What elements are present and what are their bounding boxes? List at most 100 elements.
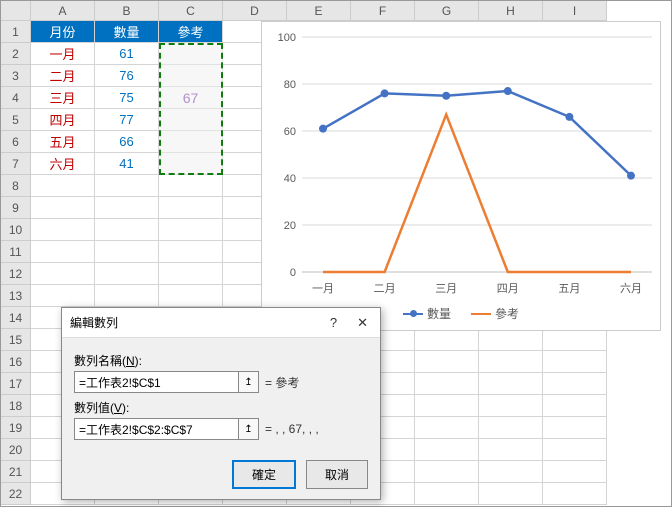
cell[interactable] — [159, 43, 223, 65]
column-header[interactable]: I — [543, 1, 607, 21]
row-header[interactable]: 18 — [1, 395, 31, 417]
cell[interactable] — [415, 395, 479, 417]
month-cell[interactable]: 六月 — [31, 153, 95, 175]
cell[interactable] — [479, 395, 543, 417]
cell[interactable] — [415, 417, 479, 439]
row-header[interactable]: 6 — [1, 131, 31, 153]
cell[interactable] — [159, 285, 223, 307]
cell[interactable] — [95, 219, 159, 241]
column-header[interactable]: D — [223, 1, 287, 21]
row-header[interactable]: 12 — [1, 263, 31, 285]
cell[interactable] — [159, 65, 223, 87]
value-cell[interactable]: 41 — [95, 153, 159, 175]
cell[interactable] — [95, 263, 159, 285]
collapse-range-icon[interactable]: ↥ — [239, 418, 259, 440]
cell[interactable] — [543, 351, 607, 373]
row-header[interactable]: 7 — [1, 153, 31, 175]
series-name-input[interactable] — [74, 371, 239, 393]
series-values-input[interactable] — [74, 418, 239, 440]
cell[interactable] — [95, 197, 159, 219]
cell[interactable] — [543, 483, 607, 505]
value-cell[interactable]: 76 — [95, 65, 159, 87]
column-header[interactable]: H — [479, 1, 543, 21]
cell[interactable] — [415, 439, 479, 461]
cell[interactable] — [415, 373, 479, 395]
value-cell[interactable]: 75 — [95, 87, 159, 109]
cell[interactable] — [95, 241, 159, 263]
row-header[interactable]: 22 — [1, 483, 31, 505]
cell[interactable] — [31, 197, 95, 219]
cancel-button[interactable]: 取消 — [306, 460, 368, 489]
cell[interactable] — [159, 131, 223, 153]
cell[interactable] — [543, 373, 607, 395]
cell[interactable] — [543, 439, 607, 461]
cell[interactable] — [159, 219, 223, 241]
cell[interactable] — [415, 461, 479, 483]
embedded-chart[interactable]: 020406080100一月二月三月四月五月六月 數量 參考 — [261, 21, 661, 331]
table-header-cell[interactable]: 月份 — [31, 21, 95, 43]
cell[interactable] — [479, 373, 543, 395]
cell[interactable] — [159, 197, 223, 219]
row-header[interactable]: 15 — [1, 329, 31, 351]
month-cell[interactable]: 三月 — [31, 87, 95, 109]
column-header[interactable]: A — [31, 1, 95, 21]
row-header[interactable]: 9 — [1, 197, 31, 219]
value-cell[interactable]: 61 — [95, 43, 159, 65]
cell[interactable] — [159, 153, 223, 175]
cell[interactable] — [159, 241, 223, 263]
row-header[interactable]: 21 — [1, 461, 31, 483]
row-header[interactable]: 13 — [1, 285, 31, 307]
legend-item[interactable]: 參考 — [471, 305, 519, 322]
cell[interactable] — [543, 329, 607, 351]
cell[interactable] — [415, 351, 479, 373]
legend-item[interactable]: 數量 — [403, 305, 451, 322]
help-icon[interactable]: ? — [326, 315, 341, 331]
row-header[interactable]: 11 — [1, 241, 31, 263]
ref-value-cell[interactable]: 67 — [159, 87, 223, 109]
table-header-cell[interactable]: 參考 — [159, 21, 223, 43]
row-header[interactable]: 14 — [1, 307, 31, 329]
cell[interactable] — [479, 351, 543, 373]
cell[interactable] — [479, 329, 543, 351]
row-header[interactable]: 4 — [1, 87, 31, 109]
cell[interactable] — [31, 219, 95, 241]
row-header[interactable]: 1 — [1, 21, 31, 43]
month-cell[interactable]: 二月 — [31, 65, 95, 87]
cell[interactable] — [415, 329, 479, 351]
cell[interactable] — [479, 461, 543, 483]
month-cell[interactable]: 一月 — [31, 43, 95, 65]
collapse-range-icon[interactable]: ↥ — [239, 371, 259, 393]
row-header[interactable]: 19 — [1, 417, 31, 439]
cell[interactable] — [159, 109, 223, 131]
value-cell[interactable]: 77 — [95, 109, 159, 131]
cell[interactable] — [479, 439, 543, 461]
cell[interactable] — [479, 417, 543, 439]
row-header[interactable]: 8 — [1, 175, 31, 197]
cell[interactable] — [543, 417, 607, 439]
column-header[interactable]: F — [351, 1, 415, 21]
cell[interactable] — [31, 241, 95, 263]
cell[interactable] — [95, 285, 159, 307]
row-header[interactable]: 2 — [1, 43, 31, 65]
cell[interactable] — [31, 285, 95, 307]
row-header[interactable]: 17 — [1, 373, 31, 395]
row-header[interactable]: 10 — [1, 219, 31, 241]
month-cell[interactable]: 五月 — [31, 131, 95, 153]
cell[interactable] — [31, 175, 95, 197]
select-all-corner[interactable] — [1, 1, 31, 21]
cell[interactable] — [543, 461, 607, 483]
cell[interactable] — [543, 395, 607, 417]
cell[interactable] — [95, 175, 159, 197]
close-icon[interactable]: ✕ — [353, 315, 372, 331]
table-header-cell[interactable]: 數量 — [95, 21, 159, 43]
cell[interactable] — [159, 175, 223, 197]
row-header[interactable]: 3 — [1, 65, 31, 87]
value-cell[interactable]: 66 — [95, 131, 159, 153]
cell[interactable] — [479, 483, 543, 505]
ok-button[interactable]: 確定 — [232, 460, 296, 489]
cell[interactable] — [31, 263, 95, 285]
row-header[interactable]: 5 — [1, 109, 31, 131]
month-cell[interactable]: 四月 — [31, 109, 95, 131]
column-header[interactable]: G — [415, 1, 479, 21]
cell[interactable] — [159, 263, 223, 285]
